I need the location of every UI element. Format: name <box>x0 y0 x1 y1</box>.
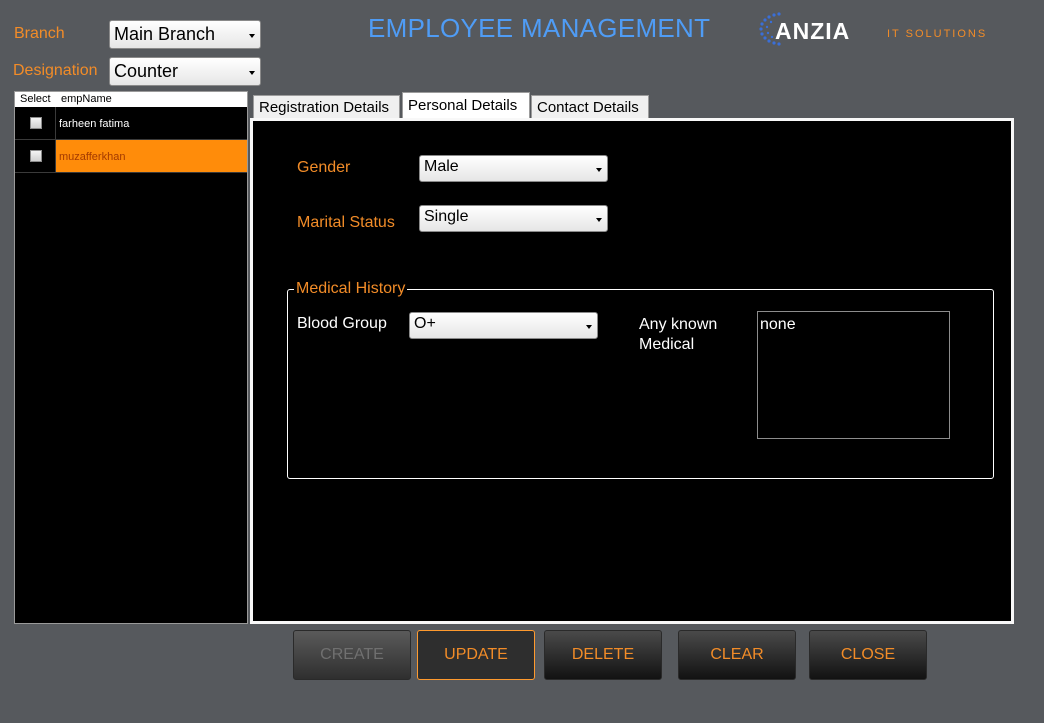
select-cell <box>15 107 56 139</box>
marital-status-select-value: Single <box>424 208 469 225</box>
company-logo: ANZIA IT SOLUTIONS <box>757 10 1002 50</box>
blood-group-select-value: O+ <box>414 315 436 332</box>
marital-status-label: Marital Status <box>297 214 395 231</box>
logo-brand: ANZIA <box>775 18 851 44</box>
tab-label: Contact Details <box>537 99 639 116</box>
update-button-label: UPDATE <box>444 646 508 663</box>
marital-status-select[interactable]: Single <box>419 205 608 232</box>
column-header-empname[interactable]: empName <box>61 93 112 105</box>
blood-group-label: Blood Group <box>297 315 387 332</box>
clear-button-label: CLEAR <box>710 646 764 663</box>
close-button-label: CLOSE <box>840 646 896 663</box>
tab-contact-details[interactable]: Contact Details <box>531 95 649 119</box>
known-medical-value: none <box>760 316 796 333</box>
designation-select[interactable]: Counter <box>109 57 261 86</box>
branch-select-value: Main Branch <box>114 24 216 44</box>
blood-group-select[interactable]: O+ <box>409 312 598 339</box>
chevron-down-icon <box>596 167 602 172</box>
known-medical-label-line2: Medical <box>639 336 695 353</box>
tab-personal-details[interactable]: Personal Details <box>402 92 530 120</box>
clear-button[interactable]: CLEAR <box>678 630 796 680</box>
column-header-select[interactable]: Select <box>20 93 51 105</box>
tab-label: Registration Details <box>259 99 390 116</box>
employee-grid[interactable]: Select empName farheen fatima muzafferkh… <box>14 91 248 624</box>
known-medical-label-line1: Any known <box>639 316 718 333</box>
gender-select[interactable]: Male <box>419 155 608 182</box>
chevron-down-icon <box>586 324 592 329</box>
app-title: EMPLOYEE MANAGEMENT <box>368 13 711 43</box>
personal-details-panel: Gender Male Marital Status Single Medica… <box>250 118 1014 624</box>
tab-label: Personal Details <box>408 97 518 114</box>
logo-tagline: IT SOLUTIONS <box>887 28 988 40</box>
tab-registration-details[interactable]: Registration Details <box>253 95 400 119</box>
select-cell <box>15 140 56 172</box>
row-checkbox[interactable] <box>30 117 42 129</box>
employee-name: muzafferkhan <box>59 151 126 163</box>
delete-button-label: DELETE <box>571 646 635 663</box>
panel-body: Gender Male Marital Status Single Medica… <box>253 121 1011 621</box>
known-medical-textarea[interactable]: none <box>757 311 950 439</box>
close-button[interactable]: CLOSE <box>809 630 927 680</box>
grid-header: Select empName <box>15 92 247 107</box>
delete-button[interactable]: DELETE <box>544 630 662 680</box>
designation-label: Designation <box>13 62 98 79</box>
gender-select-value: Male <box>424 158 459 175</box>
known-medical-label: Any known Medical <box>639 315 717 355</box>
update-button[interactable]: UPDATE <box>417 630 535 680</box>
create-button-label: CREATE <box>320 646 384 663</box>
medical-history-group: Medical History Blood Group O+ Any known… <box>287 280 994 479</box>
designation-select-value: Counter <box>114 61 179 81</box>
employee-name: farheen fatima <box>59 118 130 130</box>
create-button[interactable]: CREATE <box>293 630 411 680</box>
branch-label: Branch <box>14 25 65 42</box>
medical-history-legend: Medical History <box>294 280 408 298</box>
table-row[interactable]: muzafferkhan <box>15 140 247 173</box>
chevron-down-icon <box>249 70 255 75</box>
chevron-down-icon <box>249 33 255 38</box>
row-checkbox[interactable] <box>30 150 42 162</box>
gender-label: Gender <box>297 159 351 176</box>
chevron-down-icon <box>596 217 602 222</box>
table-row[interactable]: farheen fatima <box>15 107 247 140</box>
branch-select[interactable]: Main Branch <box>109 20 261 49</box>
